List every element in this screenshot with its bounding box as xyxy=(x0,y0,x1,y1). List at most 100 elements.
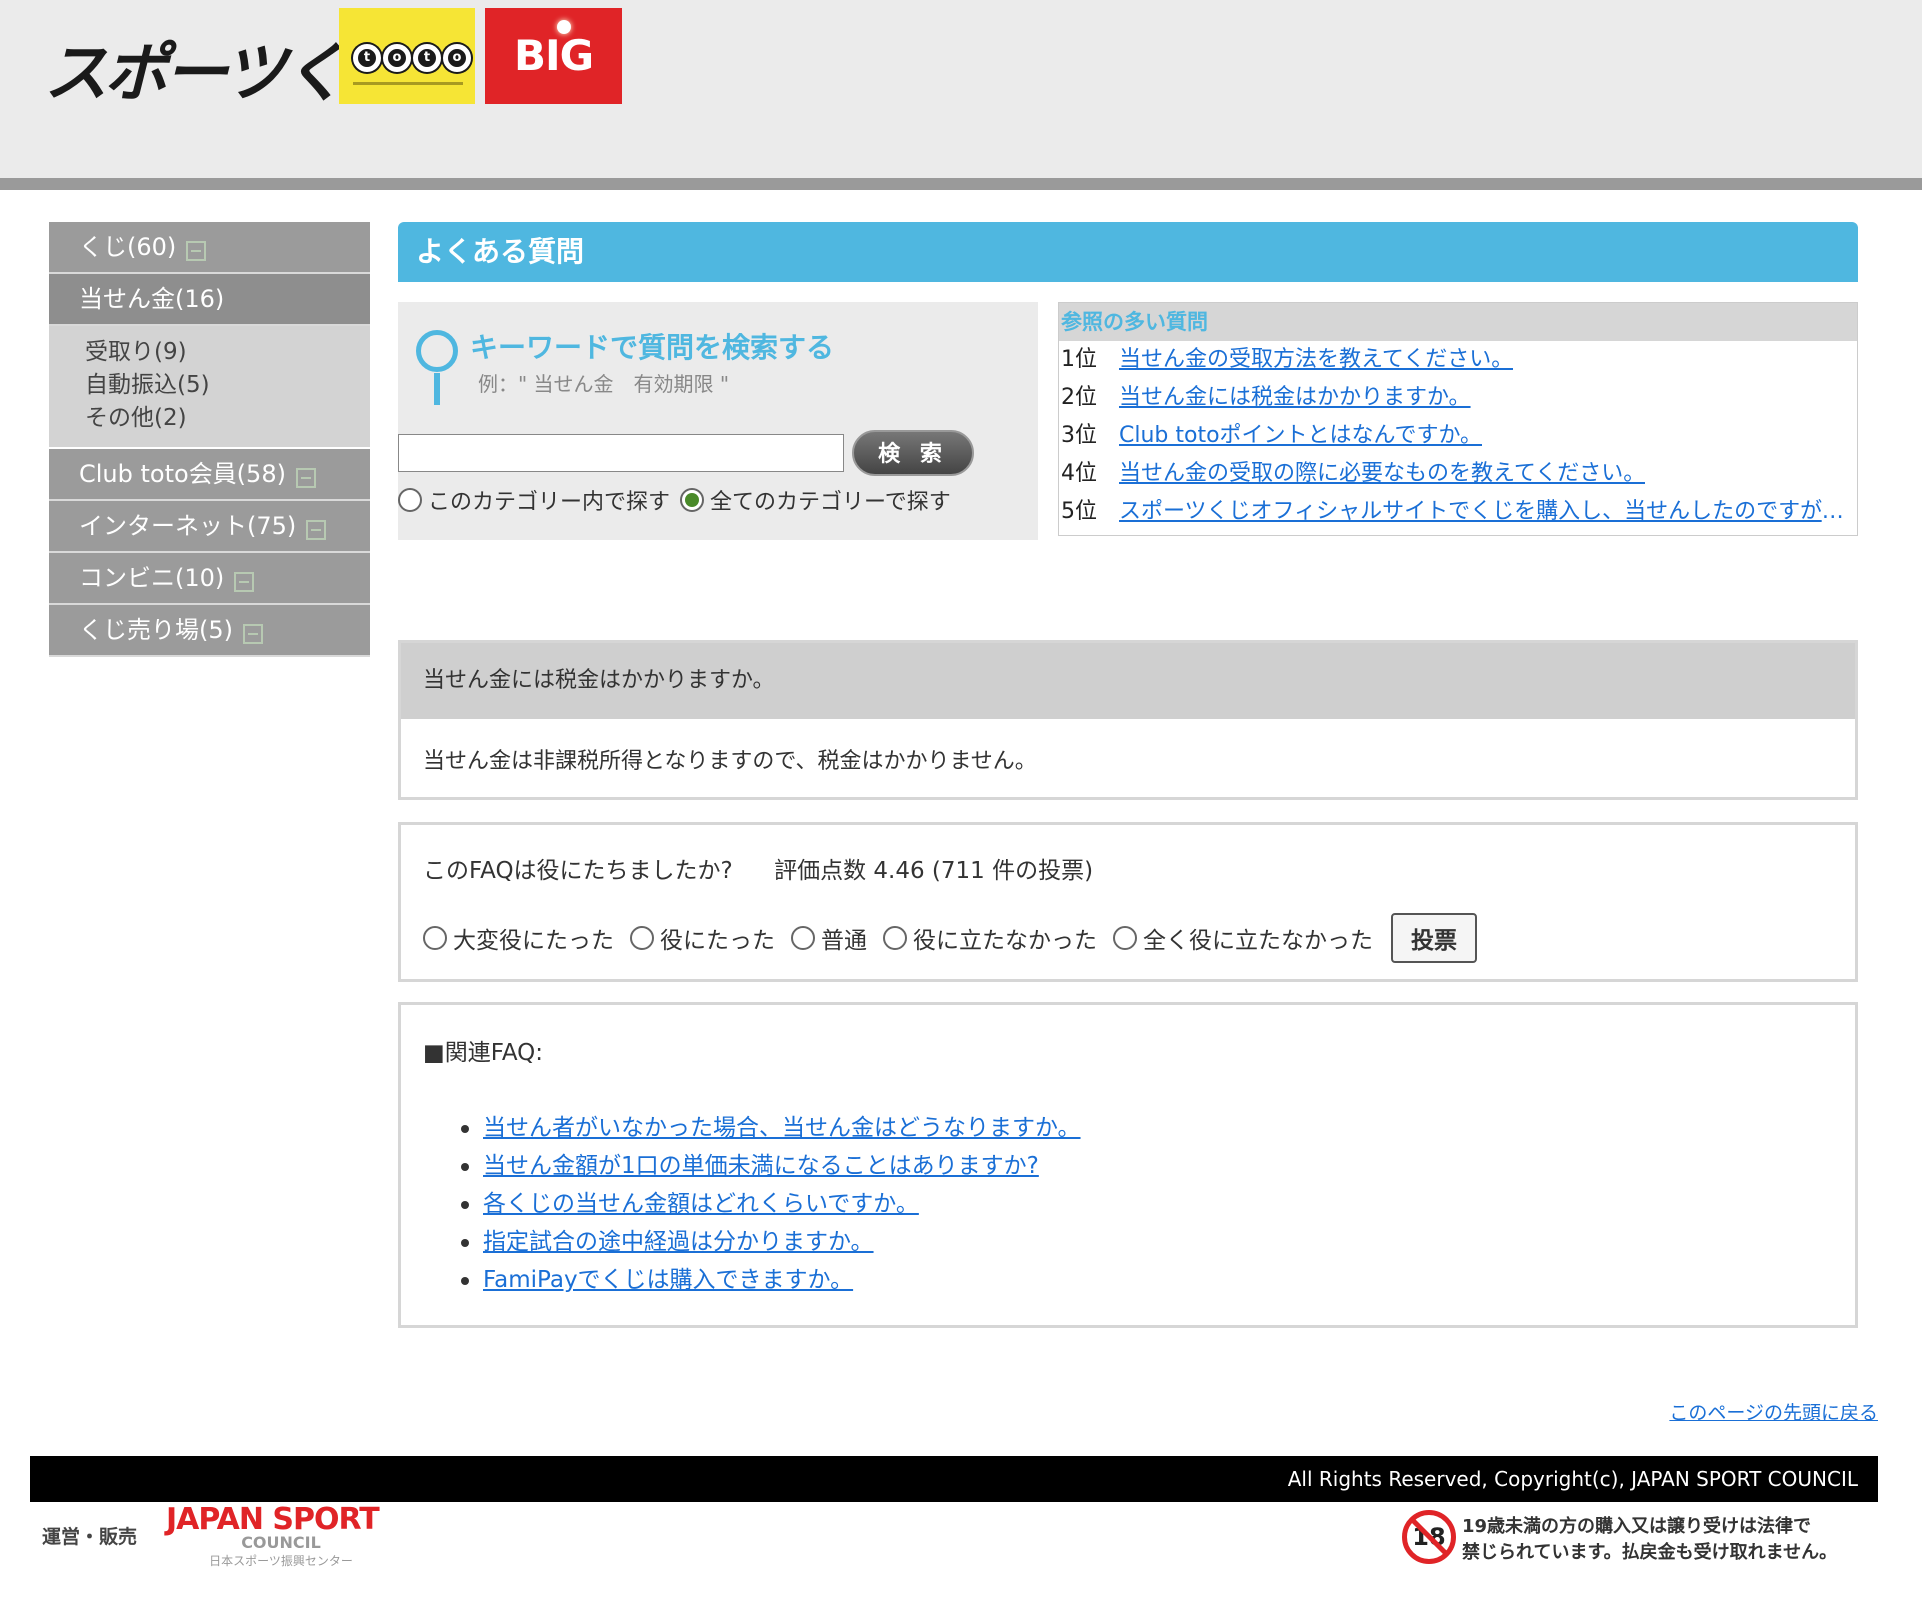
sidebar-subitem-auto-transfer[interactable]: 自動振込(5) xyxy=(85,369,370,402)
popular-questions: 参照の多い質問 1位 当せん金の受取方法を教えてください。 2位 当せん金には税… xyxy=(1058,302,1858,536)
rating-option-label[interactable]: 役にたった xyxy=(660,921,775,955)
rating-option-label[interactable]: 普通 xyxy=(821,921,867,955)
sidebar-item-shops[interactable]: くじ売り場(5) xyxy=(49,605,370,657)
list-item: 1位 当せん金の受取方法を教えてください。 xyxy=(1059,341,1857,379)
rating-option-label[interactable]: 全く役に立たなかった xyxy=(1143,921,1373,955)
faq-question: 当せん金には税金はかかりますか。 xyxy=(401,643,1855,719)
sidebar-item-label: くじ売り場(5) xyxy=(79,616,233,644)
faq-rating-panel: このFAQは役にたちましたか? 評価点数 4.46 (711 件の投票) 大変役… xyxy=(398,822,1858,982)
sidebar-item-label: くじ(60) xyxy=(79,233,177,261)
back-to-top-link[interactable]: このページの先頭に戻る xyxy=(1669,1398,1878,1425)
rating-not-helpful-at-all-radio[interactable] xyxy=(1113,926,1137,950)
arrow-right-icon xyxy=(186,241,207,261)
age-notice-line: 19歳未満の方の購入又は譲り受けは法律で xyxy=(1462,1516,1812,1537)
arrow-right-icon xyxy=(295,468,316,488)
sidebar-item-kuji[interactable]: くじ(60) xyxy=(49,222,370,274)
arrow-right-icon xyxy=(234,572,255,592)
sidebar-item-label: インターネット(75) xyxy=(79,512,297,540)
header-divider xyxy=(0,178,1922,190)
sidebar-item-internet[interactable]: インターネット(75) xyxy=(49,501,370,553)
related-faq-link[interactable]: FamiPayでくじは購入できますか。 xyxy=(483,1267,853,1293)
list-item: FamiPayでくじは購入できますか。 xyxy=(461,1261,1081,1299)
toto-logo[interactable]: t o t o xyxy=(339,8,475,104)
popular-question-link[interactable]: スポーツくじオフィシャルサイトでくじを購入し、当せんしたのですが、当… xyxy=(1119,493,1857,531)
rating-score: 評価点数 4.46 (711 件の投票) xyxy=(774,858,1094,884)
faq-answer-panel: 当せん金には税金はかかりますか。 当せん金は非課税所得となりますので、税金はかか… xyxy=(398,640,1858,800)
sidebar-item-convenience[interactable]: コンビニ(10) xyxy=(49,553,370,605)
age-notice-line: 禁じられています。払戻金も受け取れません。 xyxy=(1462,1542,1838,1563)
sidebar-item-prize[interactable]: 当せん金(16) xyxy=(49,274,370,326)
sidebar-item-label: 当せん金(16) xyxy=(79,285,225,313)
big-logo-text: BIG xyxy=(513,31,594,80)
category-sidebar: くじ(60) 当せん金(16) 受取り(9) 自動振込(5) その他(2) Cl… xyxy=(49,222,370,657)
related-faq-panel: ■関連FAQ: 当せん者がいなかった場合、当せん金はどうなりますか。 当せん金額… xyxy=(398,1002,1858,1328)
faq-answer: 当せん金は非課税所得となりますので、税金はかかりません。 xyxy=(423,749,1037,774)
popular-question-link[interactable]: Club totoポイントとはなんですか。 xyxy=(1119,417,1482,455)
scope-all-categories-radio[interactable] xyxy=(680,488,705,512)
related-faq-link[interactable]: 当せん者がいなかった場合、当せん金はどうなりますか。 xyxy=(483,1115,1081,1141)
rank-label: 2位 xyxy=(1061,385,1097,410)
list-item: 2位 当せん金には税金はかかりますか。 xyxy=(1059,379,1857,417)
related-faq-list: 当せん者がいなかった場合、当せん金はどうなりますか。 当せん金額が1口の単価未満… xyxy=(461,1109,1081,1299)
related-faq-link[interactable]: 各くじの当せん金額はどれくらいですか。 xyxy=(483,1191,919,1217)
scope-this-category-radio[interactable] xyxy=(398,488,422,512)
toto-ring-icon: t xyxy=(353,44,381,72)
list-item: 4位 当せん金の受取の際に必要なものを教えてください。 xyxy=(1059,455,1857,493)
rating-option-label[interactable]: 大変役にたった xyxy=(453,921,614,955)
scope-all-categories-label[interactable]: 全てのカテゴリーで探す xyxy=(710,484,951,516)
search-input[interactable] xyxy=(398,434,844,472)
search-scope-group: このカテゴリー内で探す 全てのカテゴリーで探す xyxy=(398,484,961,516)
vote-button[interactable]: 投票 xyxy=(1391,913,1477,963)
rating-very-helpful-radio[interactable] xyxy=(423,926,447,950)
arrow-right-icon xyxy=(243,624,263,644)
list-item: 当せん者がいなかった場合、当せん金はどうなりますか。 xyxy=(461,1109,1081,1147)
rank-label: 5位 xyxy=(1061,499,1097,524)
jsc-logo[interactable]: JAPAN SPORT COUNCIL 日本スポーツ振興センター xyxy=(166,1502,396,1569)
sidebar-item-label: コンビニ(10) xyxy=(79,564,225,592)
related-faq-link[interactable]: 指定試合の途中経過は分かりますか。 xyxy=(483,1229,874,1255)
rank-label: 1位 xyxy=(1061,347,1097,372)
popular-heading: 参照の多い質問 xyxy=(1059,303,1857,341)
copyright-bar: All Rights Reserved, Copyright(c), JAPAN… xyxy=(30,1456,1878,1502)
jsc-logo-main: JAPAN SPORT xyxy=(166,1502,380,1537)
keyword-search-panel: キーワードで質問を検索する 例：" 当せん金 有効期限 " 検 索 このカテゴリ… xyxy=(398,302,1038,540)
age-restriction-icon: 18 xyxy=(1402,1510,1456,1564)
search-button[interactable]: 検 索 xyxy=(852,430,974,476)
rating-option-label[interactable]: 役に立たなかった xyxy=(913,921,1097,955)
rating-not-helpful-radio[interactable] xyxy=(883,926,907,950)
scope-this-category-label[interactable]: このカテゴリー内で探す xyxy=(428,484,670,516)
magnifier-icon xyxy=(416,330,458,405)
rating-helpful-radio[interactable] xyxy=(630,926,654,950)
toto-ring-icon: o xyxy=(383,44,411,72)
list-item: 3位 Club totoポイントとはなんですか。 xyxy=(1059,417,1857,455)
site-header: スポーツくじ t o t o BIG xyxy=(0,0,1922,178)
related-faq-link[interactable]: 当せん金額が1口の単価未満になることはありますか? xyxy=(483,1153,1039,1179)
sidebar-item-label: Club toto会員(58) xyxy=(79,460,286,488)
page-title: よくある質問 xyxy=(398,222,1858,282)
rank-label: 3位 xyxy=(1061,423,1097,448)
list-item: 各くじの当せん金額はどれくらいですか。 xyxy=(461,1185,1081,1223)
sidebar-subitem-other[interactable]: その他(2) xyxy=(85,402,370,435)
list-item: 5位 スポーツくじオフィシャルサイトでくじを購入し、当せんしたのですが、当… xyxy=(1059,493,1857,531)
popular-question-link[interactable]: 当せん金には税金はかかりますか。 xyxy=(1119,379,1471,417)
rating-question-row: このFAQは役にたちましたか? 評価点数 4.46 (711 件の投票) xyxy=(423,851,1093,885)
list-item: 当せん金額が1口の単価未満になることはありますか? xyxy=(461,1147,1081,1185)
operator-label: 運営・販売 xyxy=(42,1526,138,1548)
arrow-right-icon xyxy=(306,520,327,540)
sidebar-subitem-receive[interactable]: 受取り(9) xyxy=(85,336,370,369)
rating-neutral-radio[interactable] xyxy=(791,926,815,950)
rating-question: このFAQは役にたちましたか? xyxy=(423,858,733,884)
rating-options: 大変役にたった 役にたった 普通 役に立たなかった 全く役に立たなかった 投票 xyxy=(423,913,1477,963)
toto-tagline xyxy=(353,82,463,85)
age-restriction-notice: 19歳未満の方の購入又は譲り受けは法律で 禁じられています。払戻金も受け取れませ… xyxy=(1462,1514,1837,1566)
search-heading: キーワードで質問を検索する xyxy=(470,331,835,364)
list-item: 指定試合の途中経過は分かりますか。 xyxy=(461,1223,1081,1261)
toto-ring-icon: t xyxy=(413,44,441,72)
sparkle-icon xyxy=(557,20,571,34)
toto-ring-icon: o xyxy=(443,44,471,72)
big-logo[interactable]: BIG xyxy=(485,8,622,104)
sidebar-item-club-toto[interactable]: Club toto会員(58) xyxy=(49,449,370,501)
popular-question-link[interactable]: 当せん金の受取の際に必要なものを教えてください。 xyxy=(1119,455,1645,493)
popular-question-link[interactable]: 当せん金の受取方法を教えてください。 xyxy=(1119,341,1513,379)
related-faq-title: ■関連FAQ: xyxy=(423,1040,544,1066)
